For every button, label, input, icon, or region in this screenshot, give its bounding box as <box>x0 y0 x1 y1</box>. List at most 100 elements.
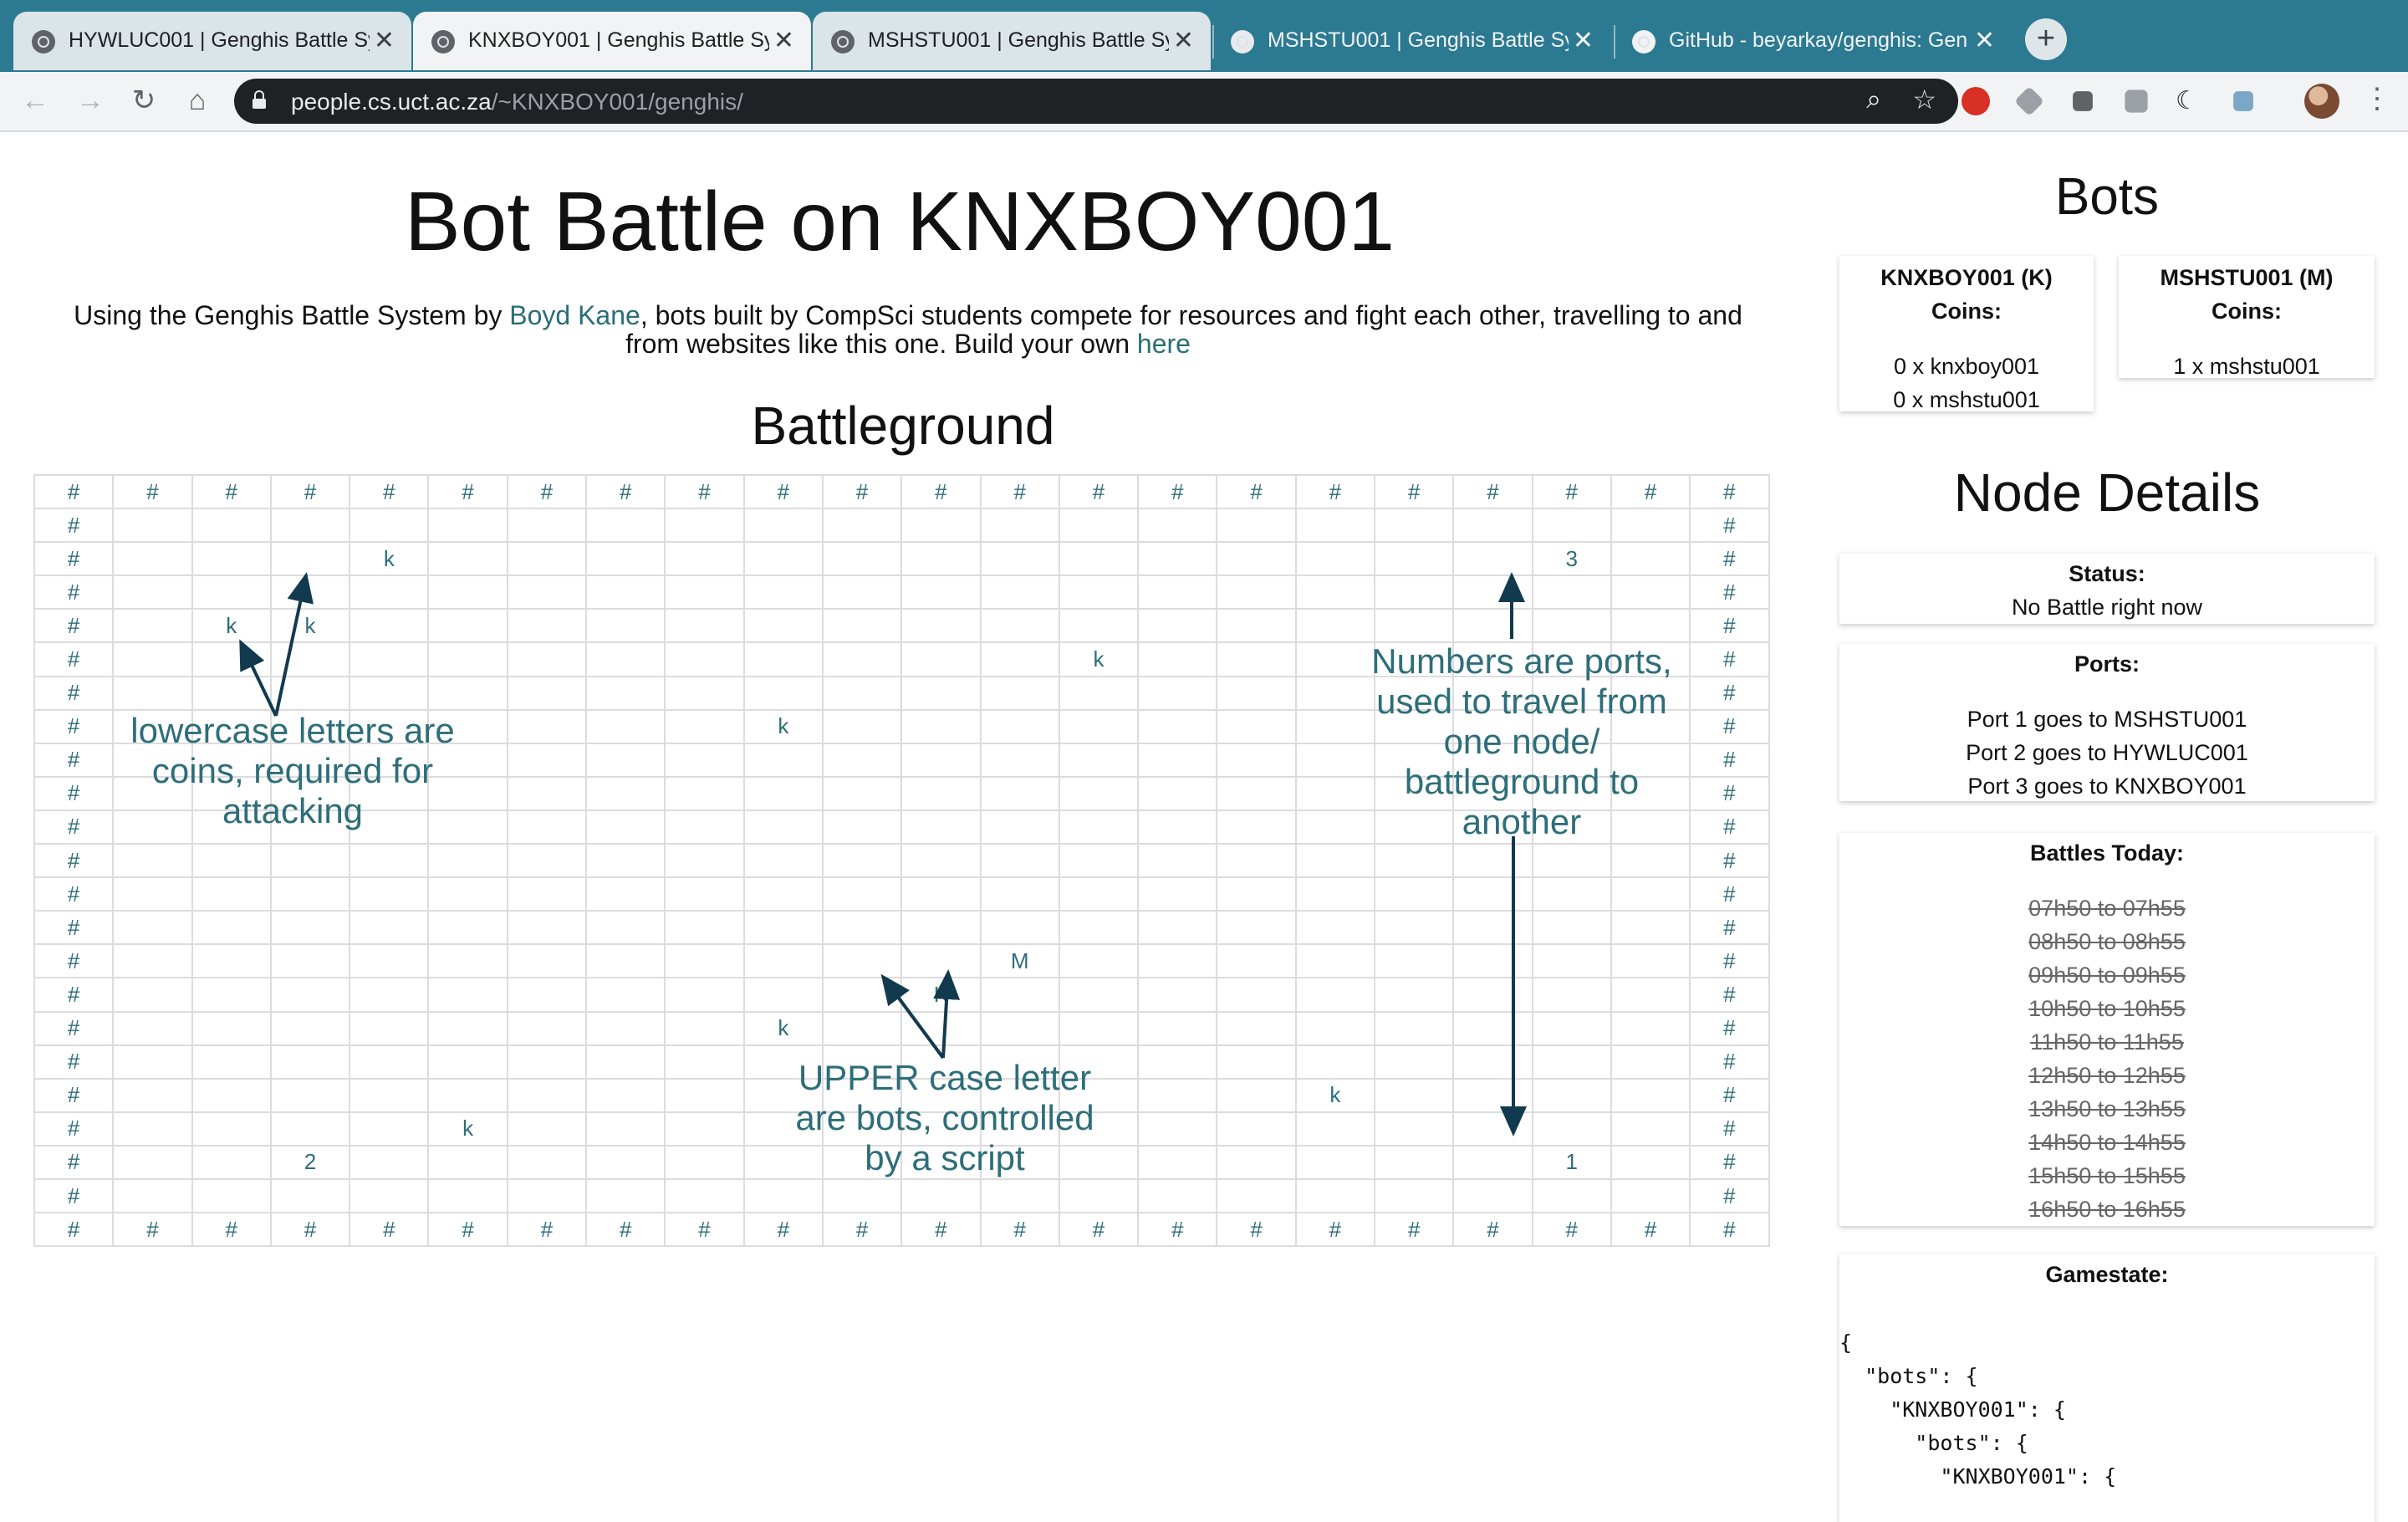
build-your-own-link[interactable]: here <box>1137 329 1191 359</box>
grid-cell <box>269 541 351 577</box>
star-icon[interactable]: ☆ <box>1912 84 1936 115</box>
annotation-line: by a script <box>865 1138 1025 1177</box>
wall-cell: # <box>1689 708 1770 744</box>
zoom-icon[interactable]: ⌕ <box>1866 84 1881 115</box>
browser-tab-active[interactable]: KNXBOY001 | Genghis Battle Sy ✕ <box>413 12 811 70</box>
grid-cell <box>664 708 745 744</box>
grid-cell <box>349 1144 430 1180</box>
grid-cell <box>900 508 982 544</box>
wall-cell: # <box>1689 641 1770 677</box>
grid-cell <box>1058 943 1140 979</box>
adblock-extension-icon[interactable] <box>1962 87 1990 115</box>
wall-cell: # <box>979 1212 1060 1248</box>
grid-cell <box>112 608 193 644</box>
wall-cell: # <box>900 1212 982 1248</box>
globe-icon <box>831 30 855 54</box>
browser-tab[interactable]: HYWLUC001 | Genghis Battle Sy ✕ <box>13 12 411 70</box>
close-icon[interactable]: ✕ <box>1573 27 1594 55</box>
grid-cell <box>1531 1010 1612 1046</box>
grid-cell <box>1452 1077 1533 1113</box>
battle-time: 16h50 to 16h55 <box>2028 1197 2186 1222</box>
reload-icon[interactable]: ↻ <box>127 84 161 117</box>
grid-row: # # # # # # # # # # # # # # # # # # # # # # <box>33 473 1770 510</box>
grid-cell <box>269 977 351 1013</box>
grid-cell <box>979 608 1060 644</box>
battles-card: Battles Today: 07h50 to 07h55 08h50 to 08… <box>1839 833 2375 1226</box>
coin-cell: k <box>742 708 824 744</box>
grid-cell <box>506 1177 588 1214</box>
grid-cell <box>269 943 351 979</box>
address-bar[interactable]: people.cs.uct.ac.za/~KNXBOY001/genghis/ … <box>234 79 1958 124</box>
new-tab-button[interactable]: + <box>2025 18 2067 60</box>
wall-cell: # <box>33 473 115 510</box>
grid-cell <box>664 809 745 845</box>
download-extension-icon[interactable] <box>2073 91 2093 111</box>
wall-cell: # <box>33 1044 115 1080</box>
grid-cell <box>506 910 588 946</box>
wall-cell: # <box>1374 473 1455 510</box>
grid-cell <box>742 809 824 845</box>
battle-time: 13h50 to 13h55 <box>2028 1096 2186 1121</box>
grid-row: # # <box>33 843 1770 879</box>
grid-cell <box>1452 943 1533 979</box>
gamestate-json: { "bots": { "KNXBOY001": { "bots": { "KN… <box>1839 1326 2375 1494</box>
grid-cell <box>1294 943 1376 979</box>
grid-row: # k 3 # <box>33 541 1770 577</box>
grid-cell <box>1216 541 1297 577</box>
wall-cell: # <box>742 1212 824 1248</box>
browser-tab[interactable]: MSHSTU001 | Genghis Battle Sy ✕ <box>813 12 1211 70</box>
wall-cell: # <box>33 1077 115 1113</box>
url-host: people.cs.uct.ac.za <box>291 89 492 115</box>
back-icon[interactable]: ← <box>18 84 52 117</box>
grid-cell <box>1531 1077 1612 1113</box>
grid-cell <box>349 1044 430 1080</box>
grid-cell <box>1531 1177 1612 1214</box>
globe-icon <box>431 30 455 54</box>
grid-cell <box>1137 1177 1218 1214</box>
grid-cell <box>1137 742 1218 778</box>
wall-cell: # <box>1452 1212 1533 1248</box>
grid-cell <box>1531 910 1612 946</box>
close-icon[interactable]: ✕ <box>1173 27 1194 55</box>
wall-cell: # <box>1689 1010 1770 1046</box>
close-icon[interactable]: ✕ <box>773 27 794 55</box>
eyedropper-extension-icon[interactable] <box>2233 91 2253 111</box>
browser-tab[interactable]: MSHSTU001 | Genghis Battle Sy ✕ <box>1212 12 1610 70</box>
grid-cell <box>664 641 745 677</box>
grid-cell <box>1058 541 1140 577</box>
menu-icon[interactable]: ⋮ <box>2363 82 2391 115</box>
grid-cell <box>506 943 588 979</box>
wall-cell: # <box>269 473 351 510</box>
grid-cell <box>900 876 982 912</box>
grid-cell <box>191 943 272 979</box>
grid-cell <box>979 541 1060 577</box>
drive-extension-icon[interactable] <box>2013 85 2045 117</box>
avatar[interactable] <box>2304 84 2339 119</box>
url-text[interactable]: people.cs.uct.ac.za/~KNXBOY001/genghis/ <box>291 89 743 115</box>
close-icon[interactable]: ✕ <box>374 27 395 55</box>
moon-extension-icon[interactable]: ☾ <box>2176 87 2204 115</box>
grid-extension-icon[interactable] <box>2125 89 2148 113</box>
grid-cell <box>1137 508 1218 544</box>
grid-cell <box>900 541 982 577</box>
node-details-heading: Node Details <box>1953 462 2261 523</box>
grid-cell <box>1058 977 1140 1013</box>
grid-cell <box>1137 910 1218 946</box>
browser-tab[interactable]: GitHub - beyarkay/genghis: Gen ✕ <box>1614 12 2012 70</box>
author-link[interactable]: Boyd Kane <box>509 300 640 330</box>
grid-cell <box>112 843 193 879</box>
battle-time: 12h50 to 12h55 <box>2028 1063 2186 1088</box>
forward-icon[interactable]: → <box>74 84 107 117</box>
gamestate-line: "KNXBOY001": { <box>1839 1397 2066 1422</box>
grid-cell <box>1452 508 1533 544</box>
grid-row: # k # <box>33 1010 1770 1046</box>
grid-cell <box>1610 1111 1691 1147</box>
wall-cell: # <box>33 575 115 610</box>
battle-time: 09h50 to 09h55 <box>2028 963 2186 988</box>
grid-cell <box>821 1010 903 1046</box>
lock-icon[interactable] <box>253 90 266 109</box>
grid-cell <box>1058 608 1140 644</box>
home-icon[interactable]: ⌂ <box>181 84 214 117</box>
close-icon[interactable]: ✕ <box>1974 27 1995 55</box>
grid-cell <box>506 641 588 677</box>
